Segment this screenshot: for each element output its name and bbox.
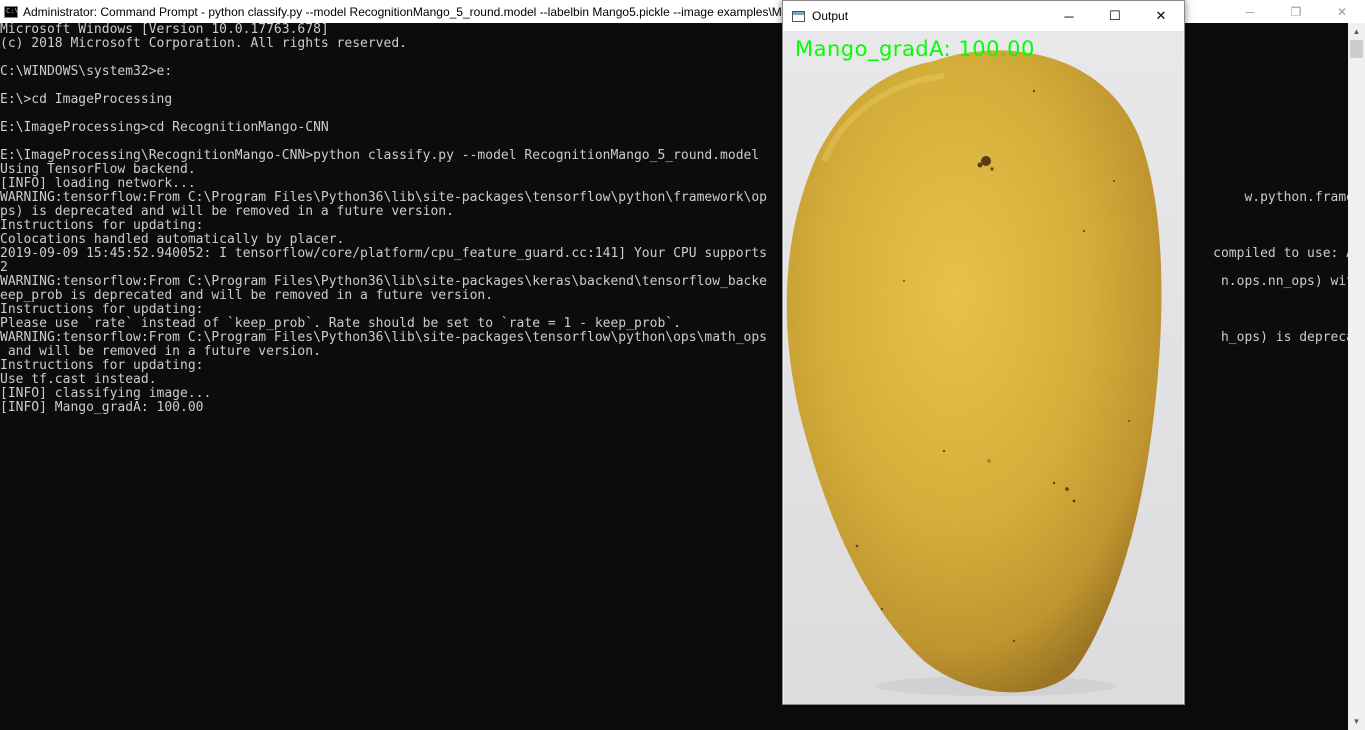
prediction-label: Mango_gradA: 100.00 xyxy=(795,37,1035,61)
console-icon: C:\ xyxy=(4,5,18,18)
scroll-down-arrow-icon[interactable]: ▼ xyxy=(1348,713,1365,730)
output-window-controls: ─ ☐ ✕ xyxy=(1046,1,1184,31)
close-icon[interactable]: ✕ xyxy=(1138,1,1184,31)
minimize-icon[interactable]: ─ xyxy=(1046,1,1092,31)
mango-photo xyxy=(784,31,1183,704)
scroll-up-arrow-icon[interactable]: ▲ xyxy=(1348,23,1365,40)
maximize-icon[interactable]: ☐ xyxy=(1092,1,1138,31)
output-window-title: Output xyxy=(812,9,849,23)
restore-icon[interactable]: ❐ xyxy=(1273,0,1319,23)
scroll-thumb[interactable] xyxy=(1350,40,1363,58)
classified-image: Mango_gradA: 100.00 xyxy=(784,31,1183,704)
vertical-scrollbar[interactable]: ▲ ▼ xyxy=(1348,23,1365,730)
minimize-icon[interactable]: ─ xyxy=(1227,0,1273,23)
cmd-window-title: Administrator: Command Prompt - python c… xyxy=(23,4,798,19)
window-app-icon xyxy=(792,10,805,22)
output-window: Output ─ ☐ ✕ Mango_gradA: 100.00 xyxy=(782,0,1185,705)
cmd-window-controls: ─ ❐ ✕ xyxy=(1227,0,1365,23)
close-icon[interactable]: ✕ xyxy=(1319,0,1365,23)
output-titlebar[interactable]: Output ─ ☐ ✕ xyxy=(783,1,1184,31)
